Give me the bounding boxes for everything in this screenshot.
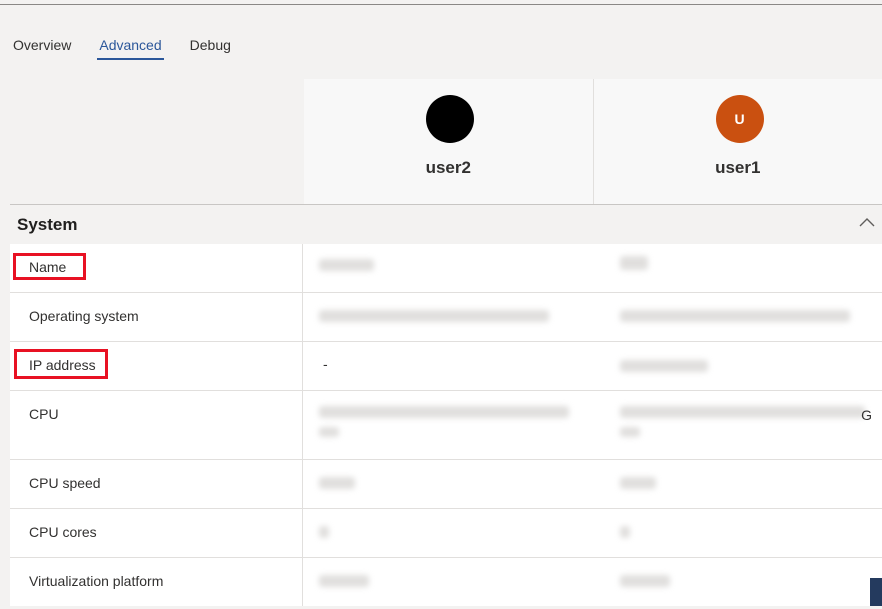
row-label-cell: Operating system [10, 293, 303, 341]
top-divider [0, 4, 882, 5]
section-title: System [17, 215, 78, 234]
user1-value-cell [596, 509, 882, 557]
row-label-cell: CPU [10, 391, 303, 459]
user2-value-cell [303, 293, 596, 341]
table-row: CPU speed [10, 460, 882, 509]
user2-value-cell [303, 391, 596, 459]
user2-value-cell [303, 509, 596, 557]
user1-value-cell [596, 558, 882, 606]
table-row: Operating system [10, 293, 882, 342]
tab-overview[interactable]: Overview [13, 37, 71, 61]
row-label: CPU speed [29, 475, 101, 491]
highlight-box [13, 253, 86, 280]
system-properties-table: Name Operating system IP address - CPU G… [10, 244, 882, 606]
row-label-cell: Virtualization platform [10, 558, 303, 606]
row-label: CPU [29, 406, 59, 422]
table-row: CPU cores [10, 509, 882, 558]
tab-bar: Overview Advanced Debug [13, 37, 259, 61]
row-label: CPU cores [29, 524, 97, 540]
avatar [426, 95, 474, 143]
chevron-up-icon[interactable] [858, 214, 876, 232]
feedback-button[interactable] [870, 578, 882, 606]
section-header-system[interactable]: System [10, 204, 882, 245]
user2-value-cell [303, 558, 596, 606]
user2-value-cell: - [303, 342, 596, 390]
tab-advanced[interactable]: Advanced [97, 37, 164, 61]
user1-value-cell: G [596, 391, 882, 459]
table-row: Name [10, 244, 882, 293]
user1-value: G [861, 407, 872, 423]
user1-value-cell [596, 342, 882, 390]
highlight-box [14, 349, 108, 379]
user2-value-cell [303, 244, 596, 292]
row-label: Virtualization platform [29, 573, 164, 589]
user1-value-cell [596, 244, 882, 292]
user-name: user1 [715, 158, 761, 177]
users-header: user2 U user1 [304, 79, 882, 205]
avatar: U [715, 95, 764, 143]
row-label-cell: CPU cores [10, 509, 303, 557]
user1-value-cell [596, 293, 882, 341]
table-row: CPU G [10, 391, 882, 460]
user2-value-cell [303, 460, 596, 508]
user2-value: - [323, 356, 328, 372]
user1-value-cell [596, 460, 882, 508]
user-name: user2 [425, 158, 471, 177]
row-label-cell: CPU speed [10, 460, 303, 508]
tab-debug[interactable]: Debug [190, 37, 231, 61]
user-column-user2: user2 [304, 79, 593, 205]
table-row: Virtualization platform [10, 558, 882, 606]
row-label: Operating system [29, 308, 139, 324]
user-column-user1: U user1 [592, 79, 882, 205]
table-row: IP address - [10, 342, 882, 391]
